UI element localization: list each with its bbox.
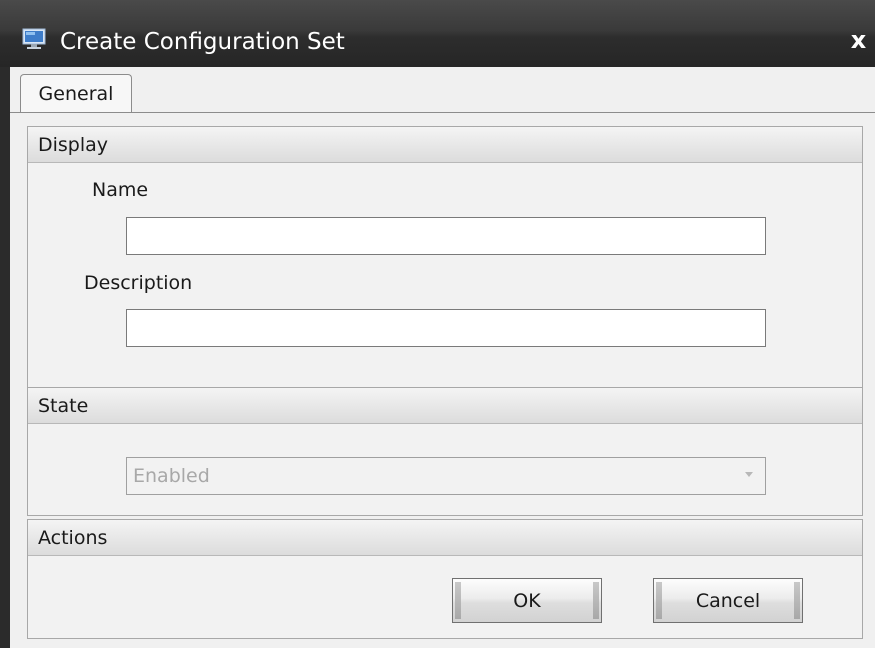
state-dropdown[interactable]: Enabled [126,457,766,495]
description-label: Description [84,272,193,294]
cancel-button[interactable]: Cancel [653,578,803,623]
state-group-header: State [28,388,862,424]
ok-button[interactable]: OK [452,578,602,623]
chevron-down-icon [745,472,753,477]
close-button[interactable]: x [842,22,875,58]
title-bar[interactable]: Create Configuration Set x [0,0,875,67]
actions-group: Actions OK Cancel [27,519,863,639]
tab-general[interactable]: General [20,74,132,113]
dialog-client-area: General Display Name Description State E… [10,67,875,648]
display-group-header: Display [28,127,862,163]
state-group: State Enabled [27,387,863,516]
name-field[interactable] [126,217,766,255]
tab-strip: General [10,67,875,113]
dialog-window: Create Configuration Set x General Displ… [0,0,875,648]
name-label: Name [92,179,149,201]
close-icon: x [850,26,867,54]
monitor-icon [22,28,46,49]
window-title: Create Configuration Set [60,29,345,55]
tab-panel-general: Display Name Description State Enabled A… [10,112,875,648]
display-group: Display Name Description [27,126,863,389]
state-dropdown-value: Enabled [133,465,210,487]
actions-group-header: Actions [28,520,862,556]
description-field[interactable] [126,309,766,347]
